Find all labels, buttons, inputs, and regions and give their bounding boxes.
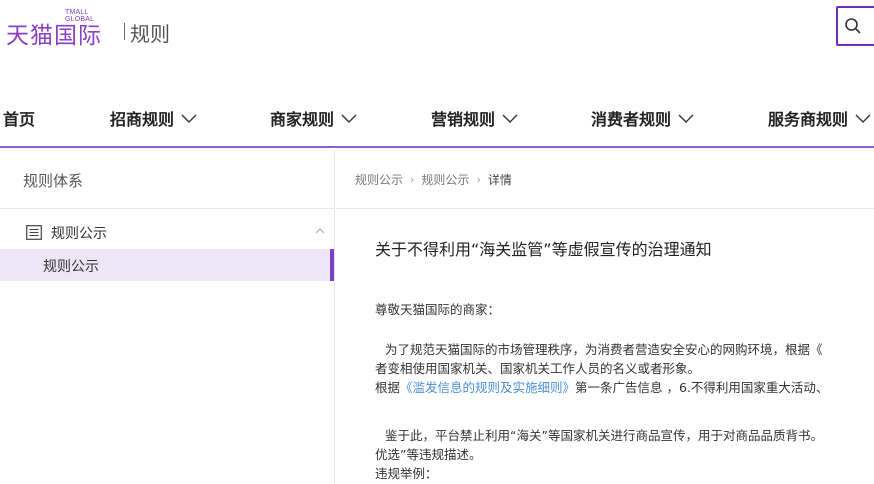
article-paragraph-line: 为了规范天猫国际的市场管理秩序，为消费者营造安全安心的网购环境，根据《	[385, 342, 823, 357]
header: TMALL GLOBAL 天猫国际 规则	[0, 0, 874, 60]
chevron-down-icon	[678, 114, 694, 123]
sidebar-group-rule-announcement[interactable]: 规则公示	[0, 220, 334, 246]
breadcrumb-separator-icon: ›	[476, 173, 481, 186]
sidebar-title: 规则体系	[23, 172, 84, 190]
nav-item-label: 服务商规则	[768, 110, 849, 129]
article-paragraph-line: 者变相使用国家机关、国家机关工作人员的名义或者形象。	[375, 361, 701, 376]
chevron-down-icon	[181, 114, 197, 123]
chevron-down-icon	[855, 114, 871, 123]
breadcrumb-item[interactable]: 规则公示	[355, 171, 403, 188]
nav-item-label: 招商规则	[110, 110, 175, 129]
article-paragraph-line: 根据《滥发信息的规则及实施细则》第一条广告信息 ，6.不得利用国家重大活动、	[375, 378, 828, 397]
logo-main-text: 天猫国际	[6, 23, 102, 49]
article-title: 关于不得利用“海关监管”等虚假宣传的治理通知	[375, 240, 712, 259]
sidebar: 规则体系 规则公示 规则公示	[0, 150, 335, 484]
text-prefix: 根据	[375, 380, 401, 395]
nav-item-marketing-rules[interactable]: 营销规则	[431, 106, 519, 130]
rule-link[interactable]: 《滥发信息的规则及实施细则》	[400, 380, 575, 395]
article-paragraph-line: 优选”等违规描述。	[375, 447, 482, 462]
main-content: 规则公示 › 规则公示 › 详情 关于不得利用“海关监管”等虚假宣传的治理通知 …	[336, 150, 874, 484]
sidebar-group-label: 规则公示	[51, 226, 107, 242]
nav-item-label: 消费者规则	[591, 110, 672, 129]
article-greeting: 尊敬天猫国际的商家：	[375, 302, 501, 317]
chevron-down-icon	[341, 114, 357, 123]
nav-item-merchant-recruitment[interactable]: 招商规则	[110, 106, 198, 130]
main-nav: 首页 招商规则 商家规则 营销规则 消费者规则 服务商规则	[0, 98, 874, 148]
sidebar-item-label: 规则公示	[43, 259, 99, 275]
nav-item-label: 商家规则	[270, 110, 335, 129]
text-suffix: 第一条广告信息 ，6.不得利用国家重大活动、	[575, 380, 829, 395]
nav-item-consumer-rules[interactable]: 消费者规则	[591, 106, 695, 130]
document-list-icon	[26, 225, 42, 240]
nav-item-label: 营销规则	[431, 110, 496, 129]
logo-separator	[124, 23, 125, 40]
active-indicator	[330, 249, 334, 281]
breadcrumb: 规则公示 › 规则公示 › 详情	[355, 171, 512, 188]
article-paragraph-line: 鉴于此，平台禁止利用“海关”等国家机关进行商品宣传，用于对商品品质背书。	[385, 428, 823, 443]
nav-item-home[interactable]: 首页	[3, 106, 35, 130]
nav-item-merchant-rules[interactable]: 商家规则	[270, 106, 358, 130]
content-divider	[336, 208, 874, 209]
breadcrumb-separator-icon: ›	[410, 173, 415, 186]
sidebar-item-rule-announcement[interactable]: 规则公示	[0, 249, 334, 281]
search-icon	[845, 18, 861, 34]
breadcrumb-current: 详情	[487, 173, 512, 187]
breadcrumb-item[interactable]: 规则公示	[421, 171, 469, 188]
nav-item-label: 首页	[3, 110, 36, 129]
logo-sub-text: 规则	[130, 22, 170, 46]
sidebar-divider	[0, 208, 334, 209]
chevron-up-icon	[315, 228, 325, 234]
nav-item-service-provider-rules[interactable]: 服务商规则	[768, 106, 872, 130]
chevron-down-icon	[502, 114, 518, 123]
search-button[interactable]	[836, 6, 874, 46]
article-paragraph-line: 违规举例：	[375, 466, 438, 481]
